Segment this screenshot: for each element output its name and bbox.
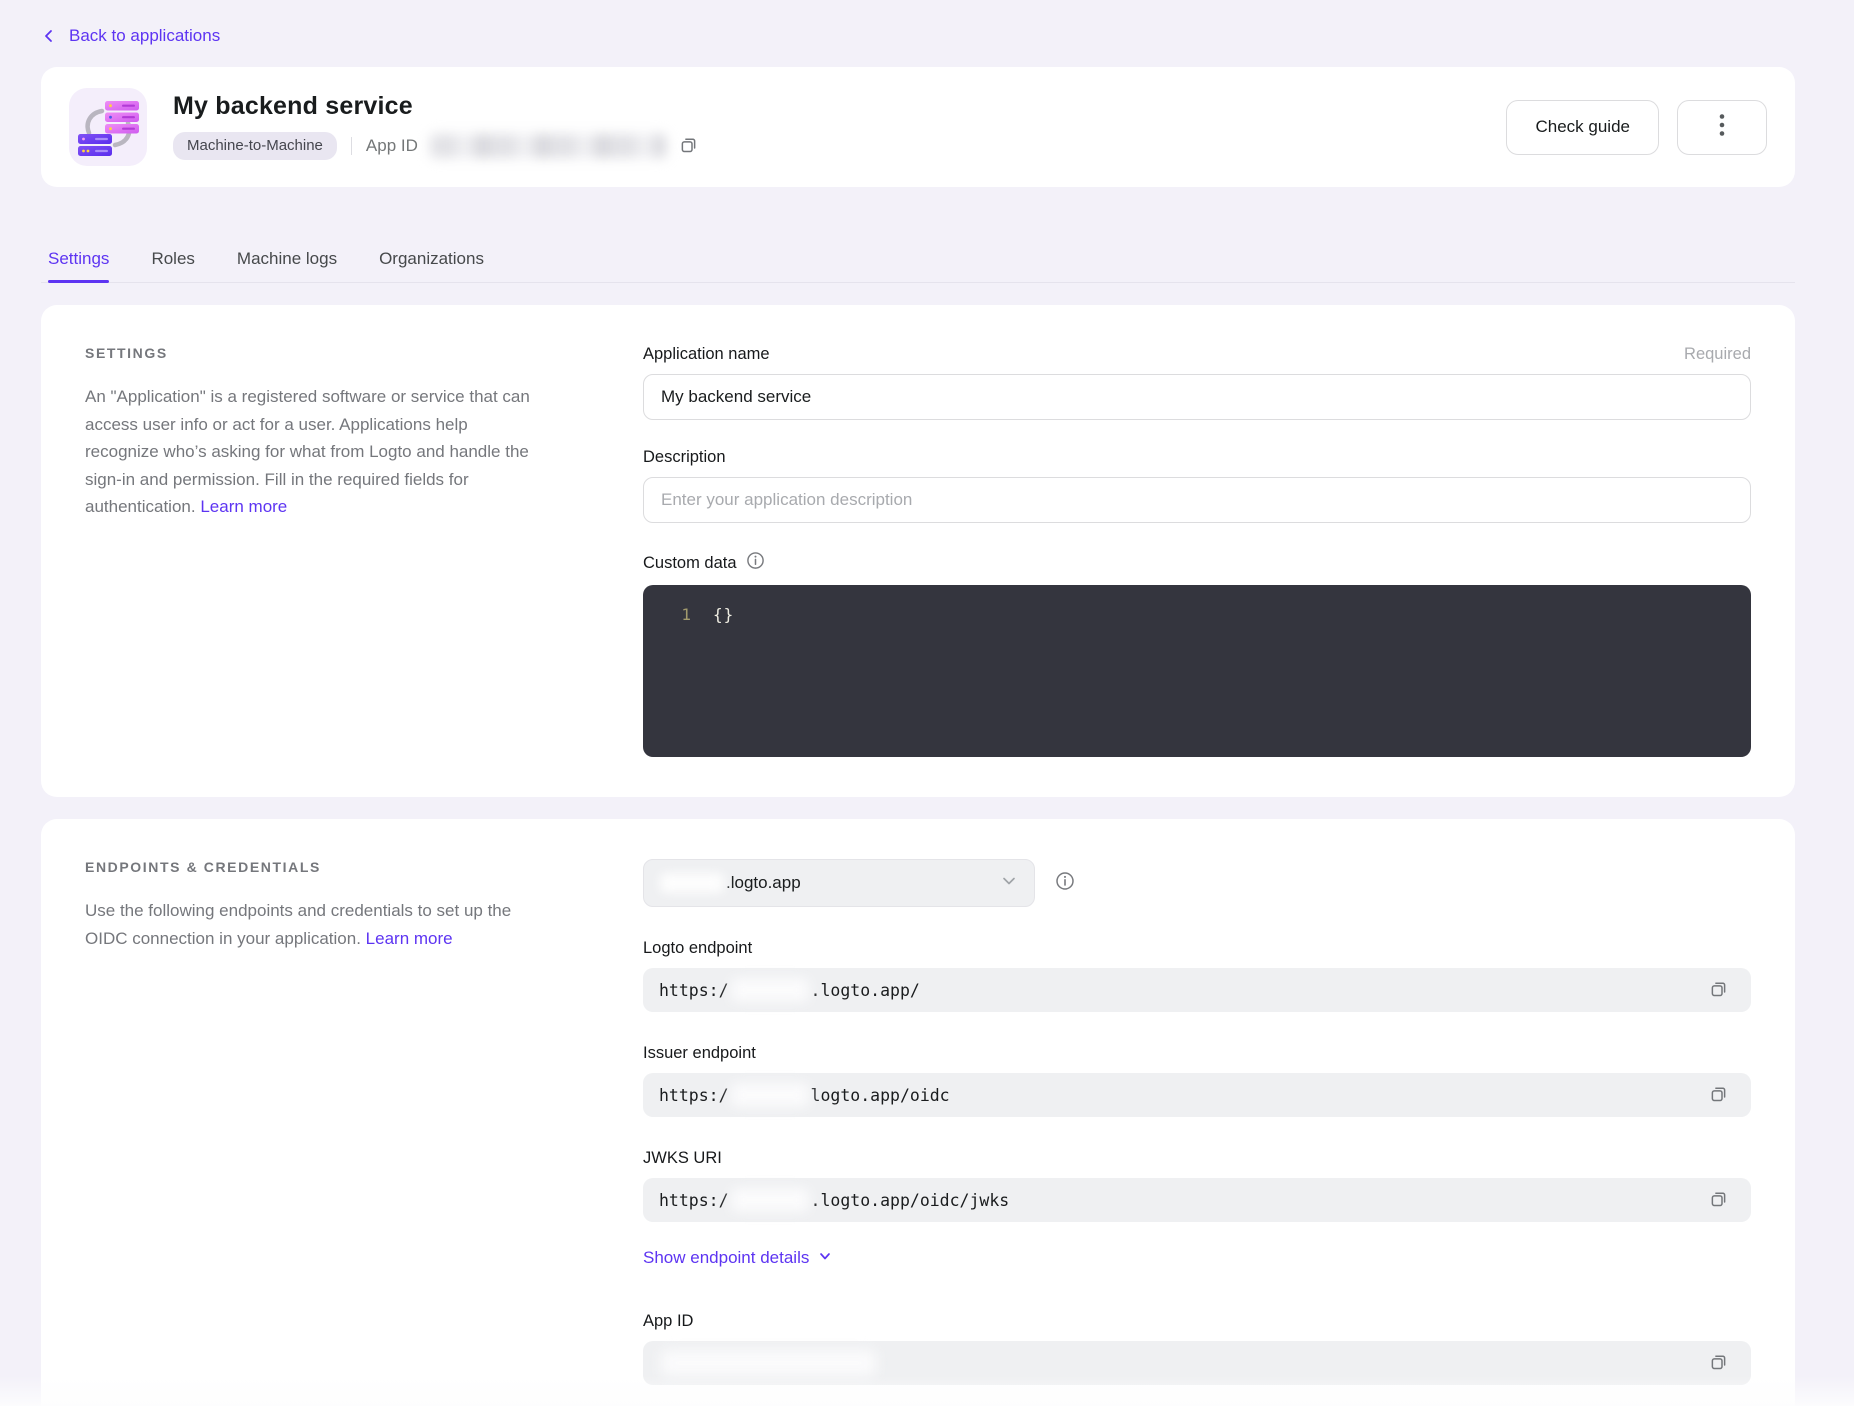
copy-jwks-uri-button[interactable] (1704, 1184, 1733, 1216)
copy-logto-endpoint-button[interactable] (1704, 974, 1733, 1006)
endpoints-section-heading: ENDPOINTS & CREDENTIALS (85, 859, 543, 875)
custom-data-editor[interactable]: 1 {} (643, 585, 1751, 757)
domain-select[interactable]: .logto.app (643, 859, 1035, 907)
vertical-divider (351, 137, 352, 155)
tab-organizations[interactable]: Organizations (379, 249, 484, 282)
description-label-row: Description (643, 448, 1751, 467)
code-text: {} (713, 605, 734, 624)
logto-endpoint-field: https:/ .logto.app/ (643, 968, 1751, 1012)
show-details-label: Show endpoint details (643, 1248, 809, 1268)
required-indicator: Required (1684, 345, 1751, 364)
copy-icon (1708, 1351, 1729, 1375)
copy-app-id-value-button[interactable] (1704, 1347, 1733, 1379)
url-suffix: .logto.app/oidc/jwks (811, 1191, 1010, 1210)
custom-data-label-row: Custom data (643, 551, 1751, 575)
copy-icon (1708, 1188, 1729, 1212)
url-prefix: https:/ (659, 1086, 729, 1105)
tab-machine-logs-label: Machine logs (237, 249, 337, 268)
settings-description-text: An "Application" is a registered softwar… (85, 387, 530, 516)
domain-select-value: .logto.app (726, 873, 801, 893)
tab-machine-logs[interactable]: Machine logs (237, 249, 337, 282)
jwks-uri-field: https:/ .logto.app/oidc/jwks (643, 1178, 1751, 1222)
url-redacted-segment (731, 1083, 809, 1107)
app-id-field (643, 1341, 1751, 1385)
tab-organizations-label: Organizations (379, 249, 484, 268)
page: Back to applications (41, 0, 1795, 1406)
endpoints-section-description: Use the following endpoints and credenti… (85, 897, 543, 952)
endpoints-form-column: .logto.app Logto endpoint (643, 859, 1751, 1385)
jwks-uri-group: JWKS URI https:/ .logto.app/oidc/jwks (643, 1149, 1751, 1222)
issuer-endpoint-group: Issuer endpoint https:/ logto.app/oidc (643, 1044, 1751, 1117)
tab-bar: Settings Roles Machine logs Organization… (41, 249, 1795, 283)
chevron-left-icon (41, 28, 57, 44)
more-actions-button[interactable] (1677, 100, 1767, 155)
machine-to-machine-app-icon (69, 88, 147, 166)
description-input[interactable] (643, 477, 1751, 523)
copy-app-id-button[interactable] (674, 130, 703, 162)
app-id-redacted-value (661, 1350, 876, 1376)
description-group: Description (643, 448, 1751, 523)
settings-learn-more-link[interactable]: Learn more (200, 497, 287, 516)
show-endpoint-details-link[interactable]: Show endpoint details (643, 1248, 832, 1268)
back-link-label: Back to applications (69, 26, 220, 46)
logto-endpoint-group: Logto endpoint https:/ .logto.app/ (643, 939, 1751, 1012)
endpoints-description-column: ENDPOINTS & CREDENTIALS Use the followin… (85, 859, 543, 952)
copy-issuer-endpoint-button[interactable] (1704, 1079, 1733, 1111)
url-redacted-segment (731, 978, 809, 1002)
active-tab-indicator (48, 280, 109, 283)
endpoints-card: ENDPOINTS & CREDENTIALS Use the followin… (41, 819, 1795, 1406)
logto-endpoint-label: Logto endpoint (643, 939, 752, 958)
custom-data-label: Custom data (643, 551, 765, 575)
jwks-uri-label: JWKS URI (643, 1149, 722, 1168)
app-header-text: My backend service Machine-to-Machine Ap… (173, 92, 703, 162)
app-id-label: App ID (366, 136, 418, 156)
tab-settings[interactable]: Settings (48, 249, 109, 282)
info-icon[interactable] (746, 551, 765, 575)
settings-card: SETTINGS An "Application" is a registere… (41, 305, 1795, 797)
application-name-group: Application name Required (643, 345, 1751, 420)
domain-redacted-prefix (660, 873, 724, 893)
app-header-card: My backend service Machine-to-Machine Ap… (41, 67, 1795, 187)
url-suffix: .logto.app/ (811, 981, 920, 1000)
copy-icon (678, 134, 699, 158)
code-line: 1 {} (643, 605, 1751, 624)
page-title: My backend service (173, 92, 703, 121)
header-actions: Check guide (1506, 100, 1767, 155)
domain-row: .logto.app (643, 859, 1751, 907)
app-type-badge: Machine-to-Machine (173, 132, 337, 160)
kebab-icon (1719, 113, 1725, 142)
url-redacted-segment (731, 1188, 809, 1212)
tab-settings-label: Settings (48, 249, 109, 268)
application-name-label-row: Application name Required (643, 345, 1751, 364)
issuer-endpoint-label: Issuer endpoint (643, 1044, 756, 1063)
tab-roles-label: Roles (151, 249, 194, 268)
copy-icon (1708, 978, 1729, 1002)
issuer-endpoint-field: https:/ logto.app/oidc (643, 1073, 1751, 1117)
settings-form-column: Application name Required Description Cu… (643, 345, 1751, 757)
settings-section-heading: SETTINGS (85, 345, 543, 361)
url-prefix: https:/ (659, 1191, 729, 1210)
app-id-redacted-value (430, 134, 666, 158)
app-meta-row: Machine-to-Machine App ID (173, 130, 703, 162)
settings-section-description: An "Application" is a registered softwar… (85, 383, 543, 521)
custom-data-group: Custom data 1 {} (643, 551, 1751, 757)
application-name-input[interactable] (643, 374, 1751, 420)
chevron-down-icon (818, 1248, 832, 1268)
tab-roles[interactable]: Roles (151, 249, 194, 282)
app-id-group: App ID (643, 1312, 1751, 1385)
url-suffix: logto.app/oidc (811, 1086, 950, 1105)
custom-data-label-text: Custom data (643, 554, 737, 573)
url-prefix: https:/ (659, 981, 729, 1000)
settings-description-column: SETTINGS An "Application" is a registere… (85, 345, 543, 521)
application-name-label: Application name (643, 345, 770, 364)
chevron-down-icon (1000, 872, 1018, 895)
app-id-field-label: App ID (643, 1312, 693, 1331)
check-guide-button[interactable]: Check guide (1506, 100, 1659, 155)
copy-icon (1708, 1083, 1729, 1107)
back-to-applications-link[interactable]: Back to applications (41, 26, 220, 46)
description-label: Description (643, 448, 726, 467)
line-number: 1 (643, 605, 691, 624)
domain-info-icon[interactable] (1055, 871, 1075, 896)
endpoints-learn-more-link[interactable]: Learn more (366, 929, 453, 948)
